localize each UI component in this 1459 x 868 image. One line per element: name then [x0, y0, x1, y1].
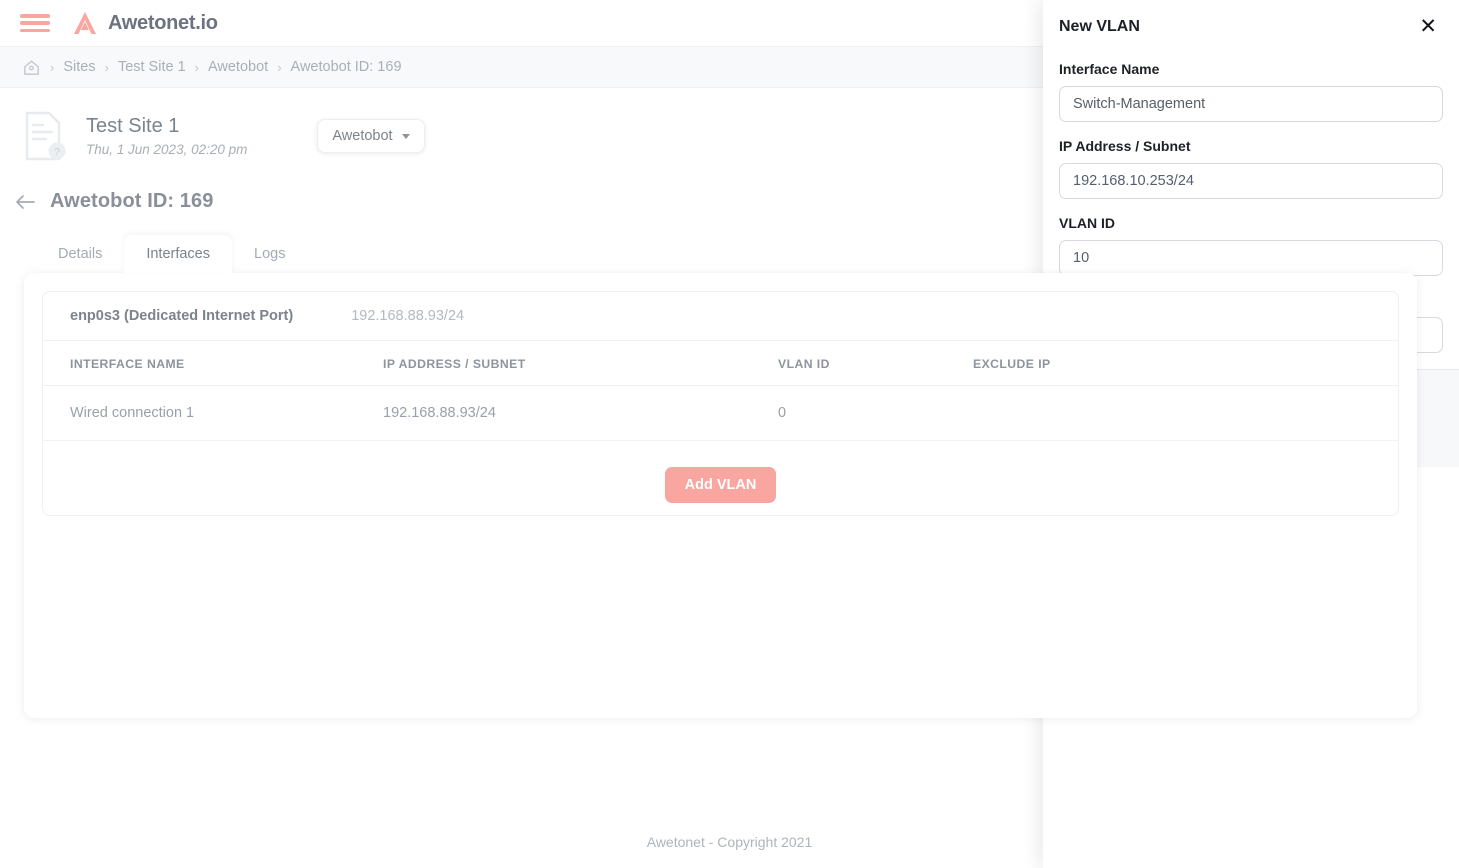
column-exclude-ip: EXCLUDE IP [973, 341, 1398, 386]
arrow-left-icon[interactable] [14, 193, 36, 211]
close-icon[interactable]: ✕ [1419, 16, 1437, 37]
interface-ip: 192.168.88.93/24 [351, 308, 465, 324]
hamburger-bar [20, 28, 50, 32]
breadcrumb-item-sites[interactable]: Sites [63, 59, 95, 75]
add-vlan-row: Add VLAN [43, 441, 1398, 515]
table-row[interactable]: Wired connection 1 192.168.88.93/24 0 [43, 385, 1398, 441]
hamburger-icon[interactable] [20, 12, 50, 34]
hamburger-bar [20, 21, 50, 25]
interface-header: enp0s3 (Dedicated Internet Port) 192.168… [43, 292, 1398, 341]
hamburger-bar [20, 14, 50, 18]
interface-name-input[interactable] [1059, 86, 1443, 122]
tab-logs[interactable]: Logs [232, 235, 307, 273]
site-date: Thu, 1 Jun 2023, 02:20 pm [86, 142, 248, 157]
label-interface-name: Interface Name [1059, 61, 1160, 77]
interface-name: enp0s3 (Dedicated Internet Port) [70, 308, 294, 324]
table-head: INTERFACE NAME IP ADDRESS / SUBNET VLAN … [43, 341, 1398, 386]
column-interface-name: INTERFACE NAME [43, 341, 383, 386]
breadcrumb-separator: › [50, 59, 55, 75]
caret-down-icon [401, 133, 410, 139]
document-help-icon: ? [25, 111, 66, 161]
table-header-row: INTERFACE NAME IP ADDRESS / SUBNET VLAN … [43, 341, 1398, 386]
page-title: Awetobot ID: 169 [50, 190, 214, 212]
home-icon[interactable] [22, 58, 41, 77]
cell-ip-subnet: 192.168.88.93/24 [383, 385, 778, 441]
table-body: Wired connection 1 192.168.88.93/24 0 [43, 385, 1398, 441]
svg-text:?: ? [54, 147, 60, 159]
interfaces-card: enp0s3 (Dedicated Internet Port) 192.168… [24, 273, 1417, 718]
ip-subnet-input[interactable] [1059, 163, 1443, 199]
field-interface-name: Interface Name [1059, 61, 1443, 122]
interface-section: enp0s3 (Dedicated Internet Port) 192.168… [42, 291, 1399, 516]
device-selector-value: Awetobot [332, 128, 393, 144]
breadcrumb-item-awetobot[interactable]: Awetobot [208, 59, 268, 75]
column-vlan-id: VLAN ID [778, 341, 973, 386]
column-ip-subnet: IP ADDRESS / SUBNET [383, 341, 778, 386]
breadcrumb-separator: › [104, 59, 109, 75]
breadcrumb-item-test-site-1[interactable]: Test Site 1 [118, 59, 186, 75]
breadcrumb-item-awetobot-id[interactable]: Awetobot ID: 169 [291, 59, 402, 75]
app-root: Awetonet.io › Sites › Test Site 1 › Awet… [0, 0, 1459, 868]
cell-interface-name: Wired connection 1 [43, 385, 383, 441]
panel-header: New VLAN ✕ [1043, 0, 1459, 47]
panel-title: New VLAN [1059, 17, 1140, 35]
site-meta: Test Site 1 Thu, 1 Jun 2023, 02:20 pm [86, 115, 247, 157]
brand-name: Awetonet.io [108, 11, 218, 34]
site-title: Test Site 1 [86, 115, 180, 137]
tab-interfaces[interactable]: Interfaces [124, 235, 232, 273]
brand[interactable]: Awetonet.io [72, 10, 218, 36]
breadcrumb-separator: › [194, 59, 199, 75]
field-ip-subnet: IP Address / Subnet [1059, 138, 1443, 199]
breadcrumb-separator: › [277, 59, 282, 75]
cell-vlan-id: 0 [778, 385, 973, 441]
label-ip-subnet: IP Address / Subnet [1059, 138, 1191, 154]
footer-text: Awetonet - Copyright 2021 [646, 834, 813, 850]
tab-details[interactable]: Details [36, 235, 124, 273]
cell-exclude-ip [973, 385, 1398, 441]
device-selector[interactable]: Awetobot [317, 119, 425, 153]
awetonet-logo-icon [74, 12, 96, 34]
vlan-table: INTERFACE NAME IP ADDRESS / SUBNET VLAN … [43, 341, 1398, 441]
add-vlan-button[interactable]: Add VLAN [664, 467, 777, 503]
tab-bar: Details Interfaces Logs [0, 213, 1459, 273]
